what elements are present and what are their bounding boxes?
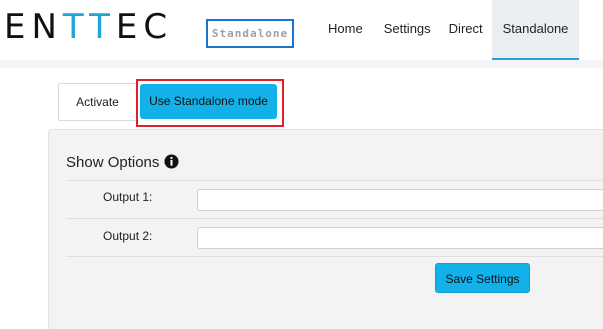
top-header: ENTTEC Standalone Home Settings Direct S… — [0, 0, 603, 60]
enttec-logo: ENTTEC — [4, 7, 173, 47]
mode-badge-label: Standalone — [211, 27, 289, 40]
info-circle-icon[interactable] — [164, 154, 179, 169]
main-nav: Home Settings Direct Standalone — [316, 0, 580, 60]
logo-text-2: TT — [62, 7, 116, 47]
logo-text-3: EC — [115, 7, 174, 47]
divider — [66, 180, 603, 181]
save-settings-button[interactable]: Save Settings — [435, 263, 530, 293]
divider — [66, 218, 603, 219]
divider — [66, 256, 603, 257]
nav-item-home[interactable]: Home — [316, 0, 375, 60]
standalone-page: ENTTEC Standalone Home Settings Direct S… — [0, 0, 603, 329]
output-2-field[interactable] — [197, 227, 603, 249]
nav-item-settings[interactable]: Settings — [375, 0, 440, 60]
mode-badge: Standalone — [206, 19, 294, 48]
nav-item-direct[interactable]: Direct — [440, 0, 492, 60]
output-2-label: Output 2: — [103, 229, 153, 243]
output-1-field[interactable] — [197, 189, 603, 211]
output-1-label: Output 1: — [103, 190, 153, 204]
nav-item-standalone[interactable]: Standalone — [491, 0, 580, 60]
header-divider-band — [0, 60, 603, 68]
show-options-title: Show Options — [66, 154, 160, 171]
logo-text-1: EN — [4, 7, 63, 47]
use-standalone-mode-button[interactable]: Use Standalone mode — [140, 84, 277, 119]
activate-tab[interactable]: Activate — [58, 83, 137, 121]
